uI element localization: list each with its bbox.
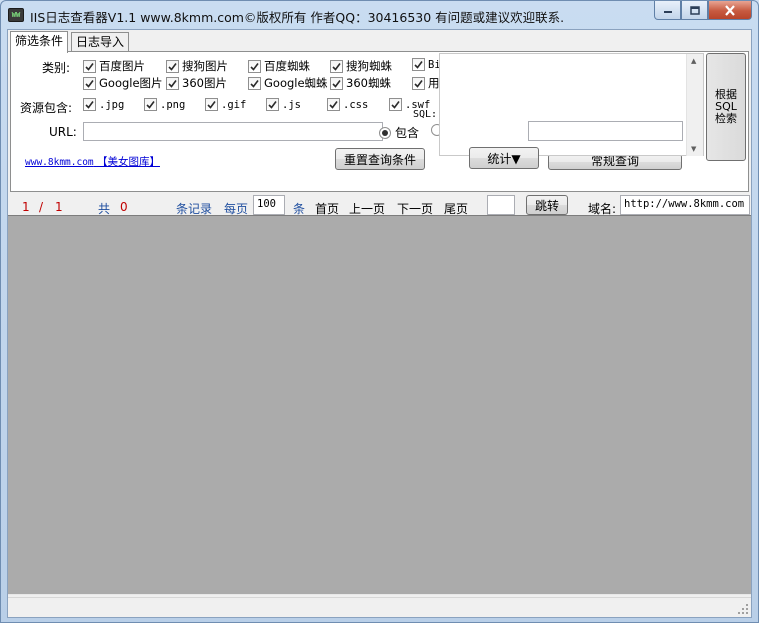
jump-page-input[interactable] (487, 195, 515, 215)
jump-button[interactable]: 跳转 (526, 195, 568, 215)
url-input[interactable] (83, 122, 383, 141)
checkbox-baidu-image[interactable]: 百度图片 (83, 58, 145, 74)
checkbox-label: .js (282, 98, 301, 111)
stats-dropdown-button[interactable]: 统计▼ (469, 147, 539, 169)
app-icon: WW (8, 8, 24, 22)
minimize-icon (663, 11, 672, 13)
total-records: 0 (120, 200, 128, 214)
checkbox-label: 360图片 (182, 76, 227, 90)
checkbox-360-image[interactable]: 360图片 (166, 75, 227, 91)
checkbox-label: .gif (221, 98, 247, 111)
resource-label: 资源包含: (20, 101, 73, 115)
scroll-up-icon[interactable]: ▲ (691, 57, 696, 65)
minimize-button[interactable] (654, 1, 681, 20)
checkbox-check-icon (266, 98, 279, 111)
checkbox-check-icon (412, 76, 425, 90)
sql-search-label: 根据 SQL 检索 (715, 88, 737, 125)
checkbox-check-icon (83, 76, 96, 90)
checkbox-label: 百度图片 (99, 59, 145, 73)
radio-selected-icon (379, 126, 391, 139)
checkbox-label: .css (343, 98, 369, 111)
checkbox-check-icon (144, 98, 157, 111)
domain-input[interactable]: http://www.8kmm.com (620, 195, 750, 215)
scroll-down-icon[interactable]: ▼ (691, 145, 696, 153)
checkbox-check-icon (330, 59, 343, 73)
checkbox-check-icon (412, 58, 425, 71)
site-link-text: www.8kmm.com (25, 157, 94, 168)
results-grid[interactable] (8, 215, 751, 595)
status-bar (8, 597, 751, 617)
checkbox-label: Google蜘蛛 (264, 76, 328, 90)
radio-label: 包含 (395, 126, 420, 140)
checkbox-label: 用 (428, 76, 440, 90)
checkbox-js[interactable]: .js (266, 98, 301, 111)
checkbox-label: 360蜘蛛 (346, 76, 391, 90)
checkbox-jpg[interactable]: .jpg (83, 98, 124, 111)
radio-include[interactable]: 包含 (379, 124, 419, 141)
checkbox-gif[interactable]: .gif (205, 98, 246, 111)
checkbox-png[interactable]: .png (144, 98, 185, 111)
tab-log-import[interactable]: 日志导入 (71, 32, 130, 52)
gallery-link-text[interactable]: 【美女图库】 (97, 156, 160, 168)
checkbox-check-icon (83, 59, 96, 73)
maximize-icon (689, 5, 700, 15)
maximize-button[interactable] (681, 1, 708, 20)
tab-filter[interactable]: 筛选条件 (10, 31, 69, 53)
checkbox-label: 搜狗图片 (182, 59, 228, 73)
checkbox-check-icon (389, 98, 402, 111)
checkbox-check-icon (166, 76, 179, 90)
total-pages: 1 (55, 200, 63, 214)
close-button[interactable] (708, 1, 752, 20)
checkbox-sogou-image[interactable]: 搜狗图片 (166, 58, 228, 74)
filter-panel: 类别: 百度图片 搜狗图片 百度蜘蛛 搜狗蜘蛛 Bi Google图片 360图… (10, 51, 749, 192)
common-query-button[interactable]: 常规查询 (548, 154, 682, 170)
checkbox-check-icon (205, 98, 218, 111)
checkbox-css[interactable]: .css (327, 98, 368, 111)
category-label: 类别: (42, 61, 71, 75)
checkbox-label: .png (160, 98, 186, 111)
caption-buttons (654, 1, 752, 21)
checkbox-check-icon (248, 76, 261, 90)
sql-secondary-input[interactable] (528, 121, 683, 141)
app-window: WW IIS日志查看器V1.1 www.8kmm.com©版权所有 作者QQ：3… (0, 0, 759, 623)
resize-grip-icon[interactable] (737, 603, 749, 615)
window-title: IIS日志查看器V1.1 www.8kmm.com©版权所有 作者QQ：3041… (30, 10, 565, 25)
checkbox-label: 百度蜘蛛 (264, 59, 310, 73)
sql-label: SQL: (413, 109, 438, 120)
close-icon (725, 4, 735, 16)
checkbox-label: .jpg (99, 98, 125, 111)
checkbox-label: Google图片 (99, 76, 163, 90)
checkbox-check-icon (327, 98, 340, 111)
site-link[interactable]: www.8kmm.com 【美女图库】 (25, 154, 160, 169)
checkbox-label: 搜狗蜘蛛 (346, 59, 392, 73)
page-separator: / (39, 200, 44, 214)
per-page-input[interactable]: 100 (253, 195, 285, 215)
reset-conditions-button[interactable]: 重置查询条件 (335, 148, 425, 170)
current-page: 1 (22, 200, 30, 214)
checkbox-360-spider[interactable]: 360蜘蛛 (330, 75, 391, 91)
url-label: URL: (49, 125, 77, 139)
checkbox-check-icon (330, 76, 343, 90)
checkbox-baidu-spider[interactable]: 百度蜘蛛 (248, 58, 310, 74)
checkbox-user[interactable]: 用 (412, 75, 440, 91)
client-area: 筛选条件 日志导入 类别: 百度图片 搜狗图片 百度蜘蛛 搜狗蜘蛛 Bi Goo… (7, 29, 752, 618)
checkbox-check-icon (166, 59, 179, 73)
sql-search-button[interactable]: 根据 SQL 检索 (706, 53, 746, 161)
checkbox-check-icon (83, 98, 96, 111)
checkbox-google-image[interactable]: Google图片 (83, 75, 163, 91)
title-bar[interactable]: WW IIS日志查看器V1.1 www.8kmm.com©版权所有 作者QQ：3… (1, 1, 758, 29)
sql-scrollbar[interactable]: ▲ ▼ (686, 54, 703, 156)
checkbox-sogou-spider[interactable]: 搜狗蜘蛛 (330, 58, 392, 74)
checkbox-google-spider[interactable]: Google蜘蛛 (248, 75, 328, 91)
sql-textarea[interactable]: ▲ ▼ (439, 53, 704, 156)
checkbox-check-icon (248, 59, 261, 73)
checkbox-bing[interactable]: Bi (412, 58, 441, 71)
